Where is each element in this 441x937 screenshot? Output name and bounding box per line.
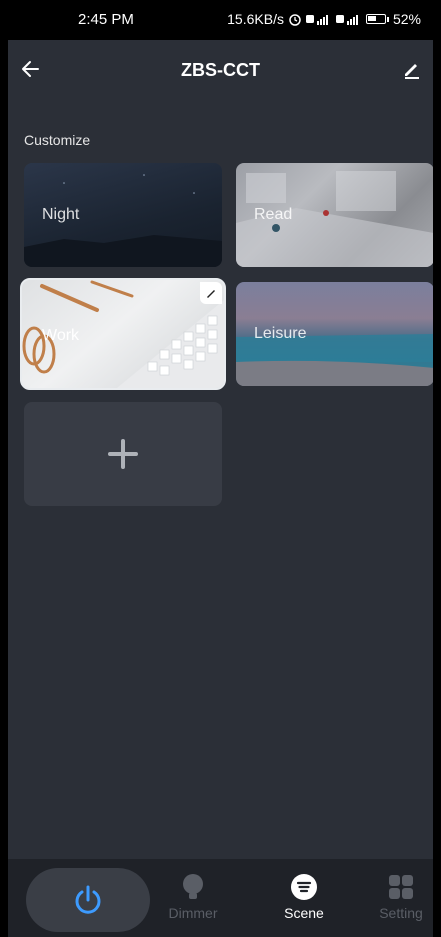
signal-5g-icon — [335, 13, 362, 25]
tab-scene[interactable]: Scene — [264, 873, 344, 921]
app-screen: 2:45 PM 15.6KB/s 52% ZBS-CCT Customize N… — [0, 0, 441, 937]
scene-label: Read — [254, 206, 293, 223]
tab-dimmer[interactable]: Dimmer — [153, 873, 233, 921]
add-scene-button[interactable] — [24, 402, 222, 506]
scene-label: Night — [42, 206, 80, 223]
tab-label: Dimmer — [168, 905, 218, 921]
battery-icon — [365, 14, 386, 24]
network-speed: 15.6KB/s — [227, 11, 284, 27]
status-time: 2:45 PM — [78, 11, 134, 28]
tab-label: Scene — [284, 905, 324, 921]
page-title: ZBS-CCT — [181, 60, 260, 80]
battery-tip — [386, 16, 389, 22]
section-title: Customize — [24, 132, 91, 148]
pencil-icon — [405, 64, 419, 79]
alarm-icon — [288, 12, 302, 26]
signal-4g-icon — [305, 13, 332, 25]
scene-icon — [291, 874, 317, 900]
scene-card-leisure[interactable]: Leisure — [236, 282, 433, 386]
scene-label: Work — [42, 327, 80, 344]
tab-label: Setting — [379, 905, 423, 921]
power-icon — [75, 885, 101, 914]
header: ZBS-CCT — [8, 40, 433, 100]
grid-icon — [389, 875, 413, 899]
bulb-icon — [183, 874, 203, 899]
status-bar: 2:45 PM 15.6KB/s 52% — [8, 0, 433, 40]
scene-label: Leisure — [254, 325, 307, 342]
scene-card-work[interactable]: Work — [20, 278, 226, 390]
tab-setting[interactable]: Setting — [361, 873, 433, 921]
rename-button[interactable] — [397, 54, 427, 84]
battery-percent: 52% — [392, 11, 421, 27]
scene-card-night[interactable]: Night — [24, 163, 222, 267]
power-button[interactable] — [26, 868, 150, 932]
pencil-icon — [207, 290, 215, 298]
edit-scene-button[interactable] — [200, 282, 222, 304]
scene-card-read[interactable]: Read — [236, 163, 433, 267]
bottom-nav: Dimmer Scene Setting — [8, 859, 433, 937]
plus-icon — [108, 439, 138, 469]
status-indicators: 15.6KB/s 52% — [227, 11, 421, 27]
